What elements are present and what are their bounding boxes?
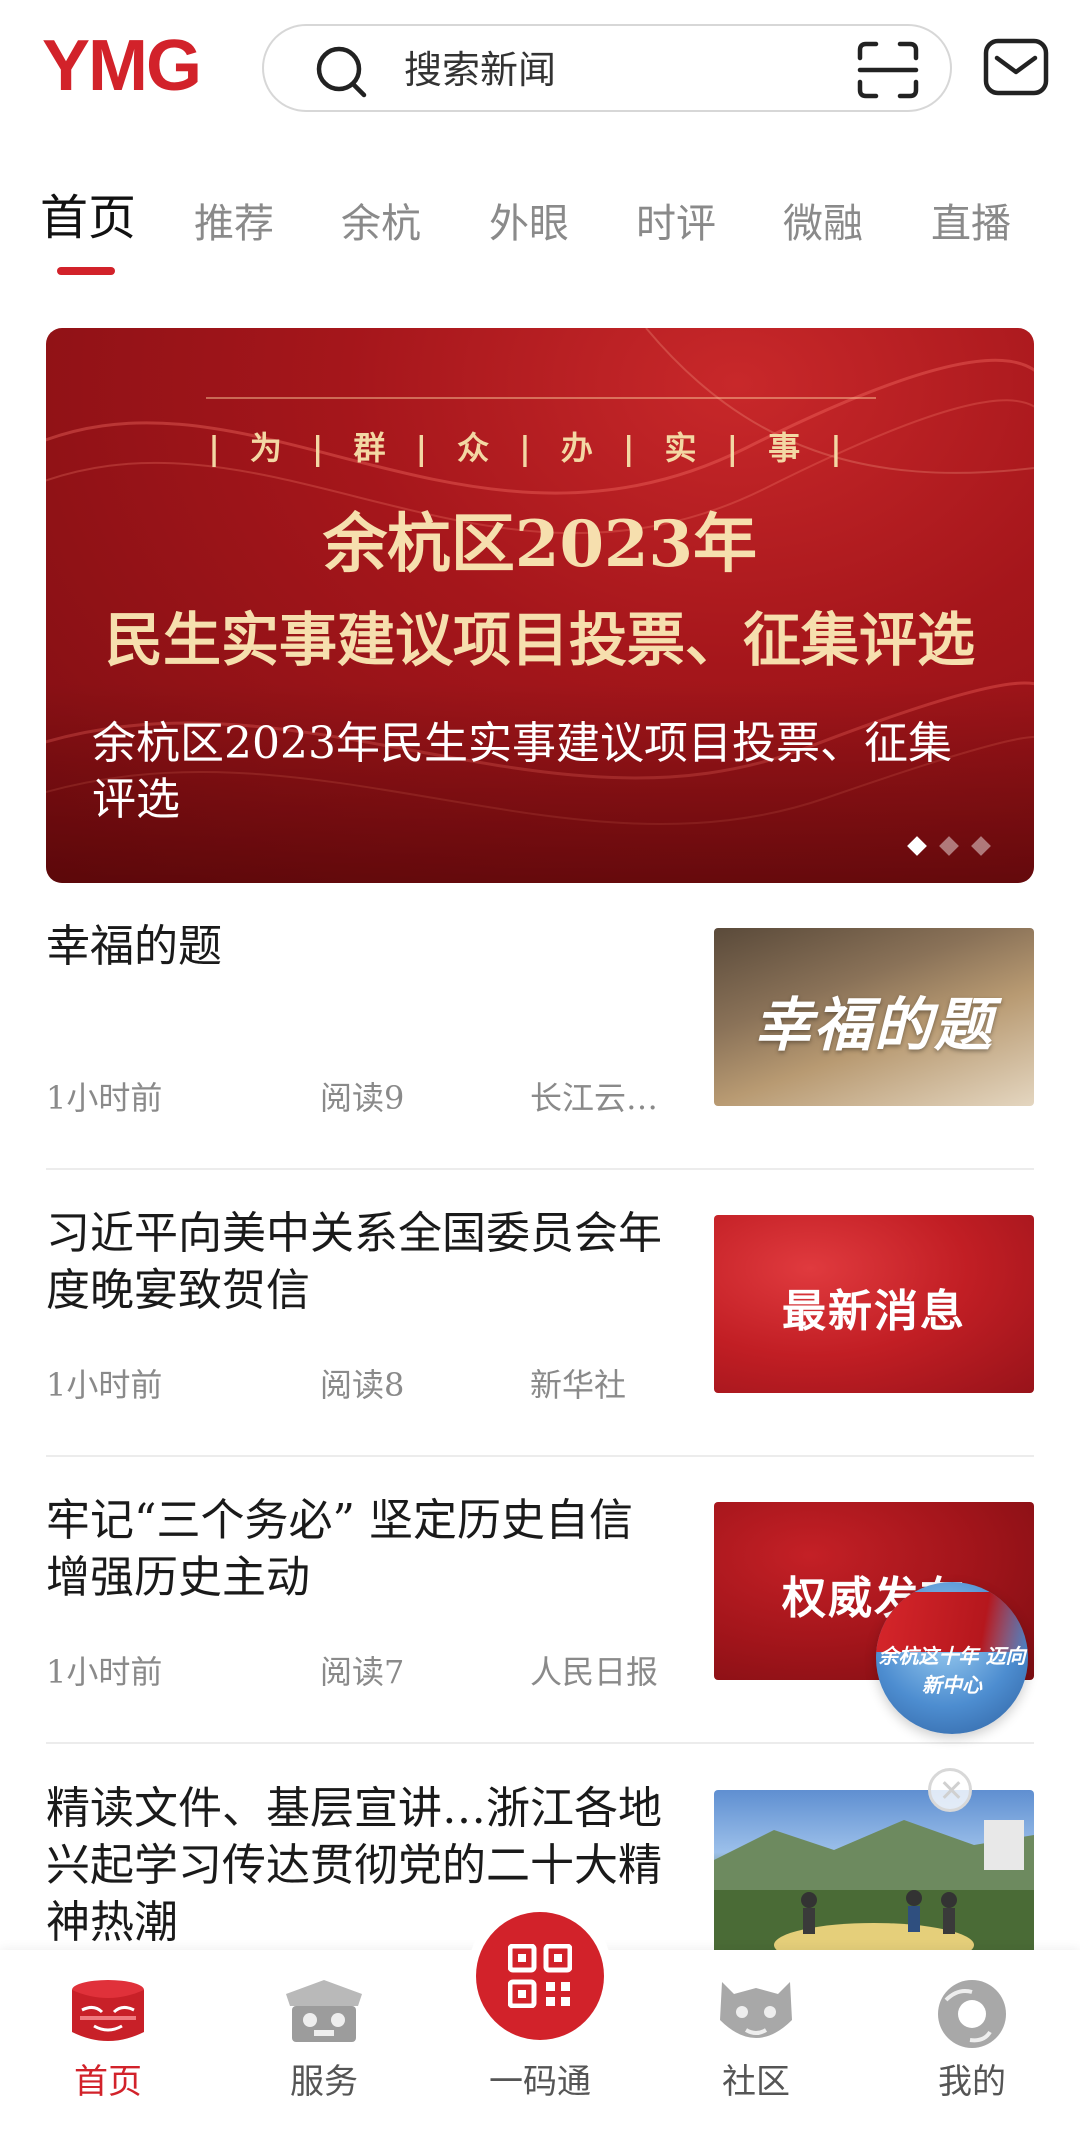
news-time: 1小时前	[46, 1079, 163, 1117]
news-time: 1小时前	[46, 1366, 163, 1404]
tab-live[interactable]: 直播	[931, 194, 1011, 254]
one-code-button[interactable]	[476, 1912, 604, 2040]
nav-community[interactable]: 社区	[648, 1950, 864, 2146]
news-read-count: 阅读9	[320, 1079, 405, 1117]
carousel-dot-active[interactable]	[907, 836, 927, 856]
thumbnail-text: 最新消息	[782, 1286, 966, 1337]
floating-promo-badge[interactable]: 余杭这十年 迈向新中心	[876, 1582, 1028, 1734]
close-icon[interactable]	[928, 1768, 972, 1812]
tab-outside-view[interactable]: 外眼	[489, 194, 569, 254]
banner-headline-line2: 民生实事建议项目投票、征集评选	[104, 606, 975, 674]
tab-home[interactable]: 首页	[40, 188, 136, 248]
news-source: 人民日报	[530, 1653, 659, 1691]
nav-service-label: 服务	[290, 2062, 358, 2102]
nav-service[interactable]: 服务	[216, 1950, 432, 2146]
divider	[46, 1455, 1034, 1457]
news-source: 长江云…	[530, 1079, 659, 1117]
search-input[interactable]	[404, 44, 804, 96]
news-thumbnail[interactable]: 幸福的题	[714, 928, 1034, 1106]
banner-headline-line1: 余杭区2023年	[322, 507, 758, 582]
nav-home-label: 首页	[74, 2062, 142, 2102]
service-icon	[286, 1980, 362, 2042]
tab-micro-media[interactable]: 微融	[783, 194, 863, 254]
news-title[interactable]: 习近平向美中关系全国委员会年度晚宴致贺信	[46, 1205, 671, 1319]
news-source: 新华社	[530, 1366, 627, 1404]
news-time: 1小时前	[46, 1653, 163, 1691]
news-read-count: 阅读7	[320, 1653, 405, 1691]
banner-caption[interactable]: 余杭区2023年民生实事建议项目投票、征集评选	[92, 716, 972, 828]
search-bar[interactable]	[262, 24, 952, 112]
news-item[interactable]: 习近平向美中关系全国委员会年度晚宴致贺信 1小时前 阅读8 新华社 最新消息	[46, 1205, 1034, 1493]
active-tab-indicator	[57, 267, 115, 275]
carousel-dot[interactable]	[939, 836, 959, 856]
nav-profile[interactable]: 我的	[864, 1950, 1080, 2146]
profile-icon	[938, 1980, 1006, 2048]
news-thumbnail[interactable]: 最新消息	[714, 1215, 1034, 1393]
news-read-count: 阅读8	[320, 1366, 405, 1404]
news-title[interactable]: 幸福的题	[46, 918, 671, 975]
nav-home[interactable]: 首页	[0, 1950, 216, 2146]
thumbnail-text: 幸福的题	[753, 991, 994, 1059]
banner-carousel[interactable]: |为|群|众|办|实|事| 余杭区2023年 民生实事建议项目投票、征集评选 余…	[46, 328, 1034, 883]
tab-recommend[interactable]: 推荐	[194, 194, 274, 254]
qr-code-icon	[508, 1944, 572, 2008]
divider	[46, 1168, 1034, 1170]
search-icon	[316, 46, 367, 98]
divider	[46, 1742, 1034, 1744]
nav-one-code-label: 一码通	[489, 2062, 591, 2102]
tab-commentary[interactable]: 时评	[636, 194, 716, 254]
news-title[interactable]: 牢记“三个务必” 坚定历史自信 增强历史主动	[46, 1492, 671, 1606]
nav-community-label: 社区	[722, 2062, 790, 2102]
carousel-indicator	[907, 836, 991, 859]
banner-slogan: |为|群|众|办|实|事|	[208, 429, 872, 467]
news-item[interactable]: 幸福的题 1小时前 阅读9 长江云… 幸福的题	[46, 918, 1034, 1206]
ymg-logo[interactable]: YMG	[42, 30, 237, 102]
floating-badge-text: 余杭这十年 迈向新中心	[878, 1644, 1026, 1697]
scan-icon[interactable]	[856, 40, 920, 100]
tab-yuhang[interactable]: 余杭	[341, 194, 421, 254]
carousel-dot[interactable]	[971, 836, 991, 856]
home-icon	[72, 1980, 144, 2041]
thumbnail-photo-art	[714, 1820, 1034, 1968]
nav-profile-label: 我的	[938, 2062, 1006, 2102]
app-header: YMG	[0, 0, 1080, 140]
news-thumbnail[interactable]	[714, 1790, 1034, 1968]
category-tabs: 首页 推荐 余杭 外眼 时评 微融 直播	[0, 180, 1080, 280]
community-icon	[720, 1982, 792, 2038]
mail-icon[interactable]	[983, 36, 1049, 98]
